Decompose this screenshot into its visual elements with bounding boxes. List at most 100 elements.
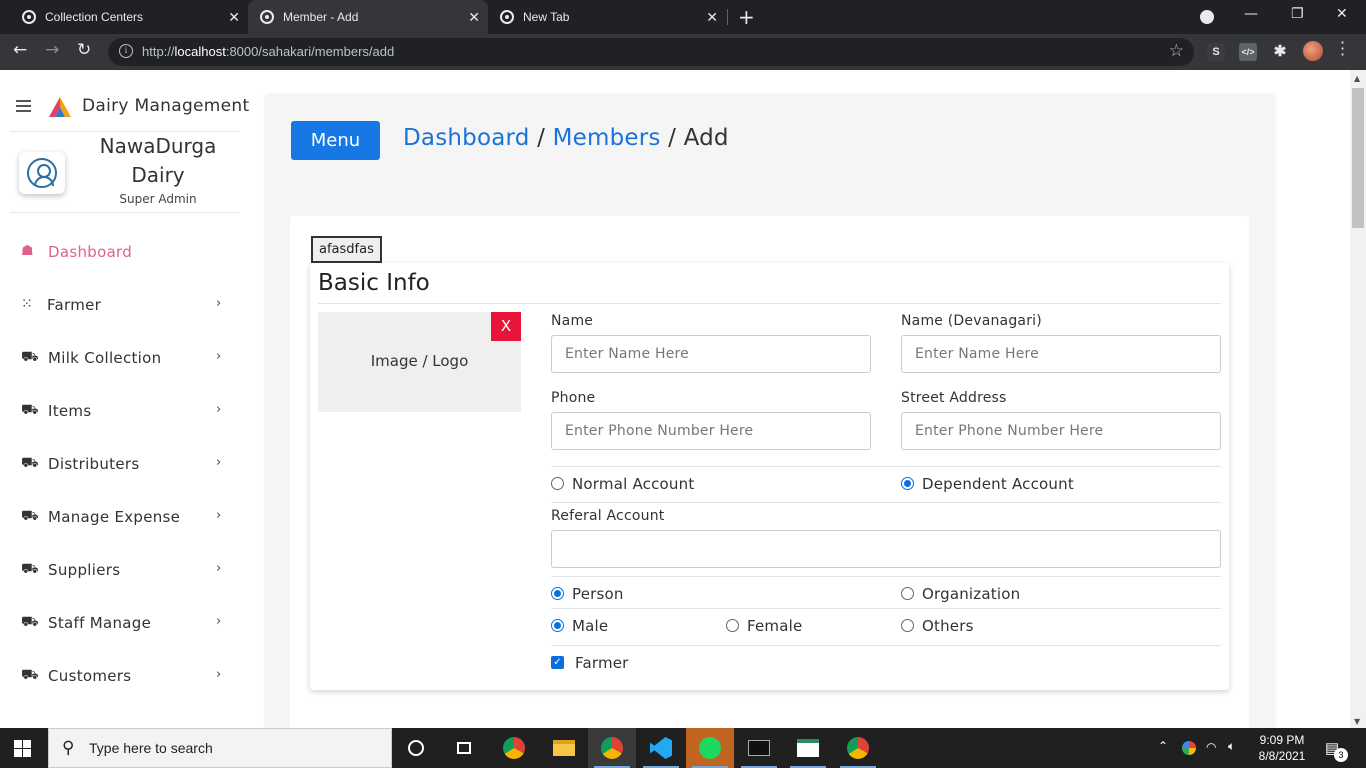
cart-icon: ⛟ bbox=[21, 402, 39, 418]
minimize-icon[interactable]: — bbox=[1244, 6, 1258, 22]
cortana-icon[interactable] bbox=[392, 728, 440, 768]
name-field[interactable]: Enter Name Here bbox=[551, 335, 871, 373]
tray-app-icon[interactable] bbox=[1182, 741, 1196, 755]
new-tab-plus-icon[interactable]: + bbox=[738, 5, 755, 29]
close-tab-icon[interactable]: ✕ bbox=[706, 9, 718, 26]
person-label: Person bbox=[572, 585, 624, 603]
system-clock[interactable]: 9:09 PM 8/8/2021 bbox=[1250, 732, 1314, 764]
person-radio[interactable] bbox=[551, 587, 564, 600]
sidebar-item-label: Farmer bbox=[47, 296, 102, 314]
info-icon[interactable]: i bbox=[119, 44, 133, 58]
window-app-icon[interactable] bbox=[784, 728, 832, 768]
referal-account-field[interactable] bbox=[551, 530, 1221, 568]
remove-image-button[interactable]: X bbox=[491, 312, 521, 341]
scrollbar-thumb[interactable] bbox=[1352, 88, 1364, 228]
browser-tab-collection-centers[interactable]: Collection Centers ✕ bbox=[0, 0, 248, 34]
volume-icon[interactable]: 🔈︎ bbox=[1228, 739, 1235, 768]
grid-icon: ⁙ bbox=[21, 296, 33, 312]
address-bar[interactable]: i http://localhost:8000/sahakari/members… bbox=[108, 38, 1194, 66]
browser-tab-new-tab[interactable]: New Tab ✕ bbox=[488, 0, 726, 34]
restore-icon[interactable]: ❐ bbox=[1291, 6, 1304, 22]
sidebar-item-label: Milk Collection bbox=[48, 349, 162, 367]
male-radio[interactable] bbox=[551, 619, 564, 632]
wifi-icon[interactable]: ◠ bbox=[1206, 740, 1216, 768]
bookmark-star-icon[interactable]: ☆ bbox=[1169, 41, 1184, 61]
reload-icon[interactable]: ↻ bbox=[77, 40, 91, 60]
browser-tab-member-add[interactable]: Member - Add ✕ bbox=[248, 0, 488, 34]
chevron-right-icon: › bbox=[216, 402, 222, 417]
close-tab-icon[interactable]: ✕ bbox=[228, 9, 240, 26]
farmer-checkbox[interactable]: ✓ bbox=[551, 656, 564, 669]
tab-search-icon[interactable] bbox=[1200, 10, 1214, 24]
sidebar-item-dashboard[interactable]: ☗ Dashboard bbox=[0, 233, 240, 273]
clock-date: 8/8/2021 bbox=[1258, 749, 1306, 763]
extension-s-icon[interactable]: S bbox=[1207, 43, 1225, 61]
section-divider bbox=[318, 303, 1221, 304]
search-icon: ⚲ bbox=[62, 738, 75, 758]
chrome-profile-taskbar-icon[interactable] bbox=[588, 728, 636, 768]
tray-chevron-up-icon[interactable]: ⌃ bbox=[1158, 739, 1168, 768]
window-close-icon[interactable]: ✕ bbox=[1336, 6, 1348, 22]
sidebar-divider bbox=[10, 212, 240, 213]
tab-title: Member - Add bbox=[283, 10, 359, 24]
avatar[interactable] bbox=[19, 152, 65, 194]
normal-account-radio[interactable] bbox=[551, 477, 564, 490]
puzzle-icon[interactable]: ✱ bbox=[1271, 43, 1289, 61]
back-arrow-icon[interactable]: ← bbox=[13, 40, 27, 60]
breadcrumb-dashboard-link[interactable]: Dashboard bbox=[403, 125, 530, 151]
organization-radio[interactable] bbox=[901, 587, 914, 600]
normal-account-label: Normal Account bbox=[572, 475, 695, 493]
tab-title: Collection Centers bbox=[45, 10, 144, 24]
phone-field[interactable]: Enter Phone Number Here bbox=[551, 412, 871, 450]
chrome-second-taskbar-icon[interactable] bbox=[834, 728, 882, 768]
sidebar-item-farmer[interactable]: ⁙ Farmer › bbox=[0, 286, 240, 326]
street-address-label: Street Address bbox=[901, 390, 1007, 406]
terminal-icon[interactable] bbox=[735, 728, 783, 768]
sidebar-item-suppliers[interactable]: ⛟ Suppliers › bbox=[0, 551, 240, 591]
page-scrollbar[interactable]: ▲ ▼ bbox=[1350, 70, 1366, 728]
chevron-right-icon: › bbox=[216, 296, 222, 311]
vscode-icon[interactable] bbox=[637, 728, 685, 768]
clock-time: 9:09 PM bbox=[1259, 733, 1305, 747]
extension-code-icon[interactable]: </> bbox=[1239, 43, 1257, 61]
sidebar-item-label: Manage Expense bbox=[48, 508, 181, 526]
tag-button[interactable]: afasdfas bbox=[311, 236, 382, 263]
chevron-right-icon: › bbox=[216, 614, 222, 629]
chrome-menu-icon[interactable]: · · · bbox=[1340, 35, 1345, 63]
cart-icon: ⛟ bbox=[21, 508, 39, 524]
hamburger-menu-icon[interactable] bbox=[16, 100, 31, 112]
app-title: Dairy Management bbox=[82, 96, 250, 116]
sidebar-item-distributers[interactable]: ⛟ Distributers › bbox=[0, 445, 240, 485]
sidebar-item-manage-expense[interactable]: ⛟ Manage Expense › bbox=[0, 498, 240, 538]
cart-icon: ⛟ bbox=[21, 614, 39, 630]
others-radio[interactable] bbox=[901, 619, 914, 632]
close-tab-icon[interactable]: ✕ bbox=[468, 9, 480, 26]
street-address-field[interactable]: Enter Phone Number Here bbox=[901, 412, 1221, 450]
profile-avatar[interactable] bbox=[1303, 41, 1323, 61]
sidebar-item-staff-manage[interactable]: ⛟ Staff Manage › bbox=[0, 604, 240, 644]
chevron-right-icon: › bbox=[216, 508, 222, 523]
taskbar-search-placeholder: Type here to search bbox=[89, 740, 213, 756]
name-devanagari-field[interactable]: Enter Name Here bbox=[901, 335, 1221, 373]
task-view-icon[interactable] bbox=[440, 728, 488, 768]
windows-start-icon[interactable] bbox=[14, 740, 31, 757]
page-viewport: Dairy Management NawaDurga Dairy Super A… bbox=[0, 70, 1350, 728]
sidebar-item-milk-collection[interactable]: ⛟ Milk Collection › bbox=[0, 339, 240, 379]
forward-arrow-icon[interactable]: → bbox=[45, 40, 59, 60]
female-radio[interactable] bbox=[726, 619, 739, 632]
dependent-account-radio[interactable] bbox=[901, 477, 914, 490]
file-explorer-icon[interactable] bbox=[540, 728, 588, 768]
sidebar-item-customers[interactable]: ⛟ Customers › bbox=[0, 657, 240, 697]
breadcrumb-members-link[interactable]: Members bbox=[553, 125, 661, 151]
scroll-down-icon[interactable]: ▼ bbox=[1354, 717, 1360, 726]
taskbar-search-input[interactable]: ⚲ Type here to search bbox=[48, 728, 392, 768]
chrome-taskbar-icon[interactable] bbox=[490, 728, 538, 768]
sidebar: Dairy Management NawaDurga Dairy Super A… bbox=[0, 70, 252, 728]
menu-button[interactable]: Menu bbox=[291, 121, 380, 160]
spotify-icon[interactable] bbox=[686, 728, 734, 768]
sidebar-item-items[interactable]: ⛟ Items › bbox=[0, 392, 240, 432]
scroll-up-icon[interactable]: ▲ bbox=[1354, 74, 1360, 83]
sidebar-item-label: Suppliers bbox=[48, 561, 121, 579]
others-label: Others bbox=[922, 617, 974, 635]
row-divider bbox=[551, 608, 1221, 609]
